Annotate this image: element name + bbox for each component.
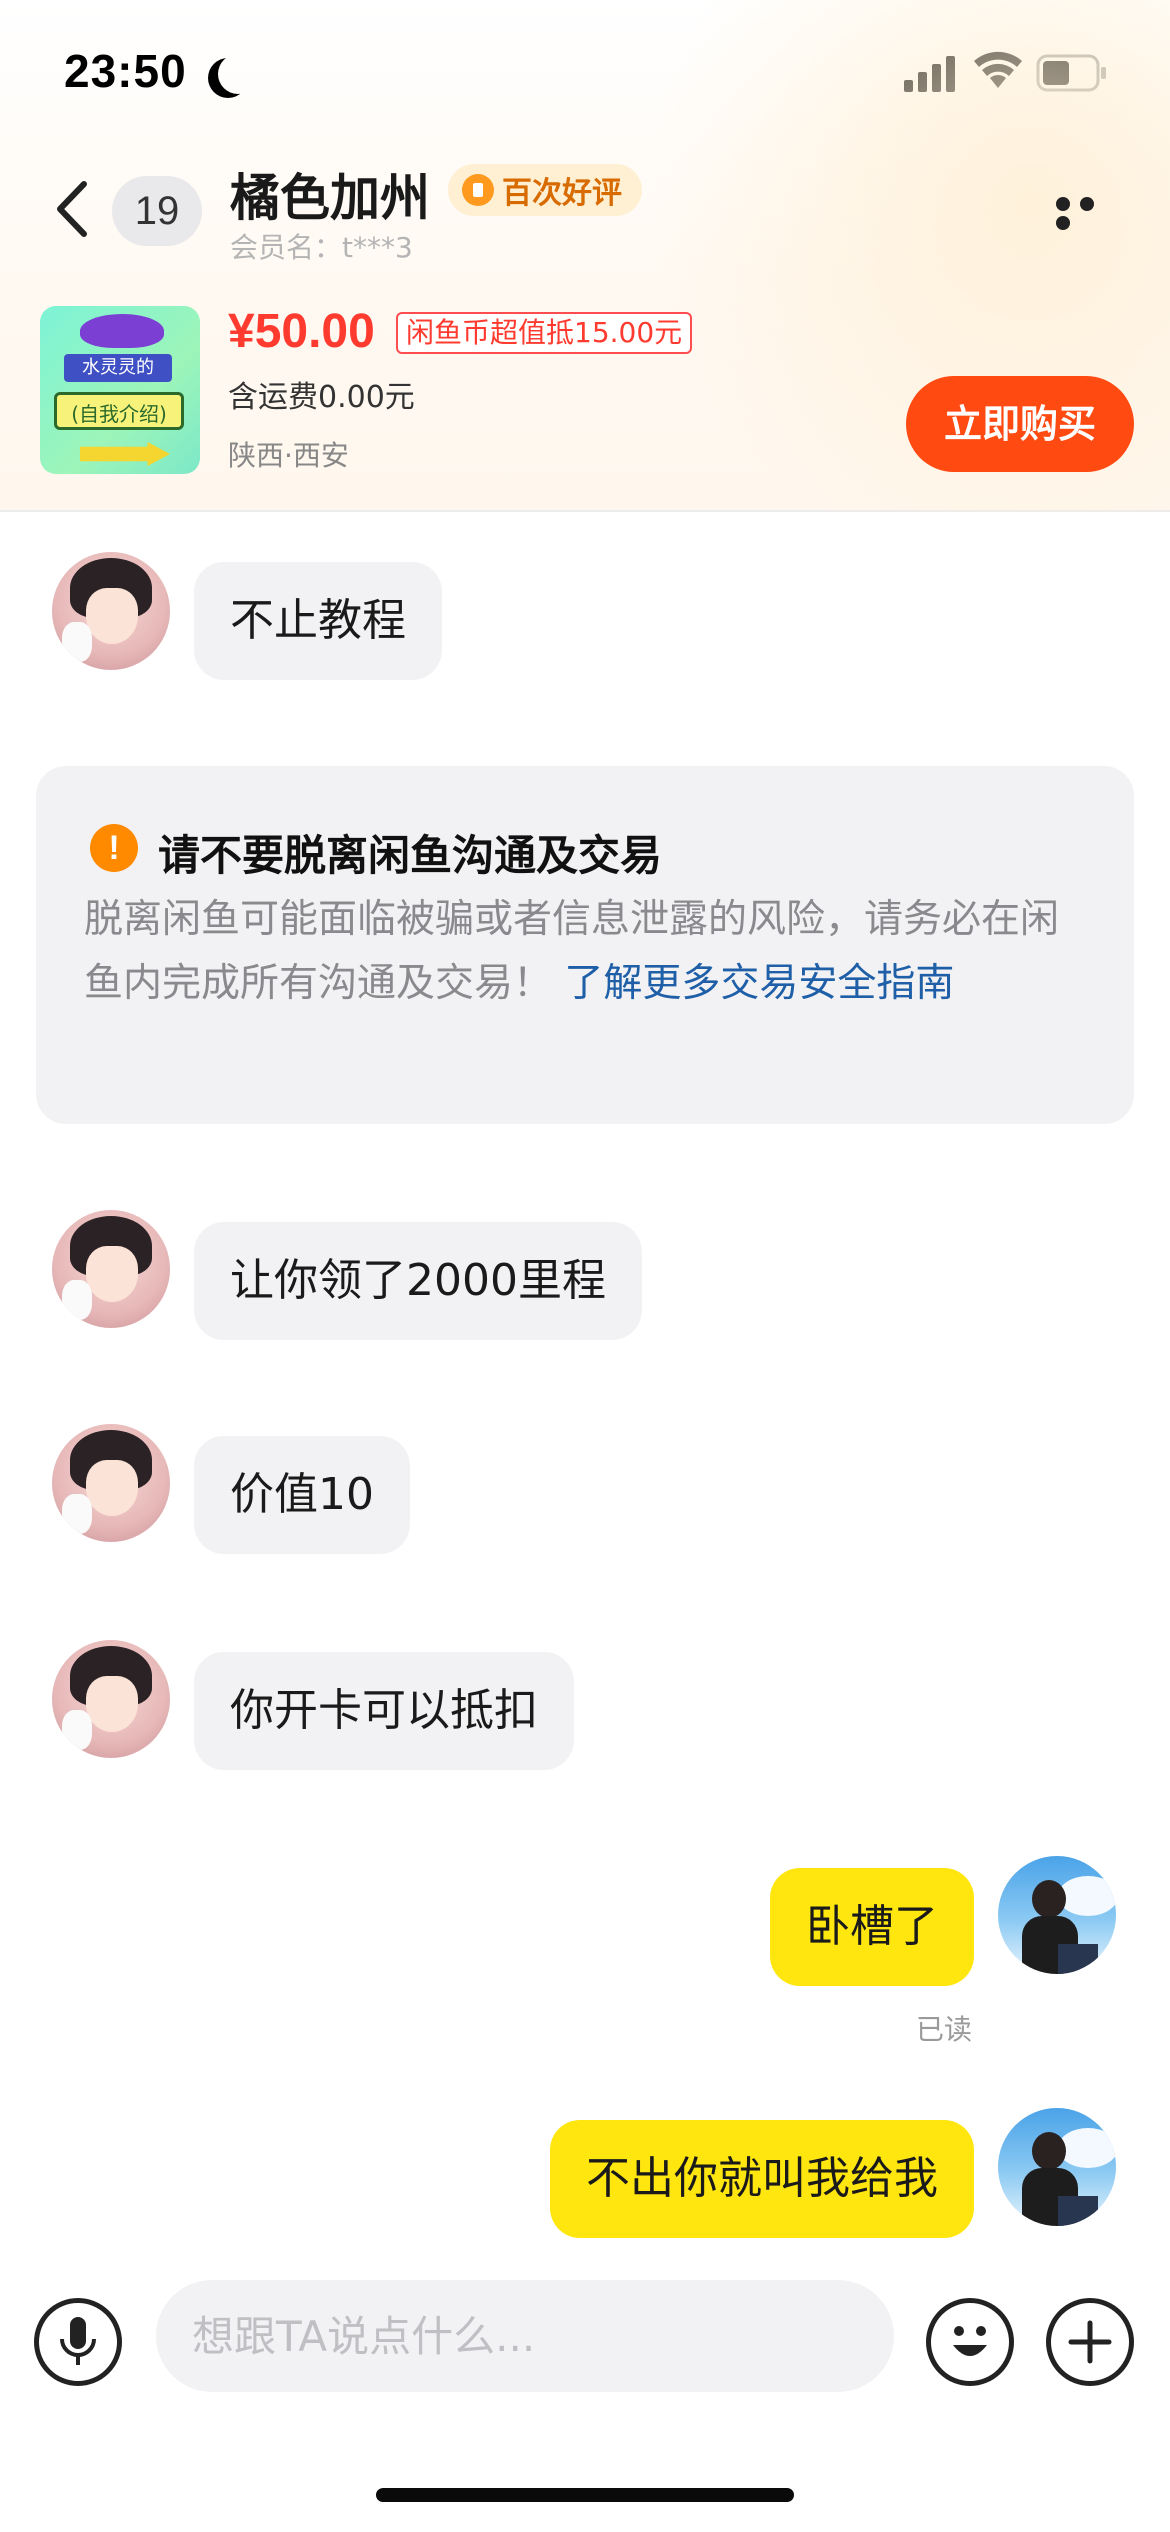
- product-image[interactable]: 水灵灵的 (自我介绍): [40, 306, 200, 474]
- wifi-icon: [974, 51, 1022, 88]
- seller-location: 陕西·西安: [228, 439, 349, 472]
- status-bar: 23:50: [0, 0, 1170, 140]
- microphone-icon: [60, 2317, 96, 2365]
- message-bubble-incoming[interactable]: 让你领了2000里程: [194, 1222, 642, 1340]
- read-status: 已读: [916, 2013, 973, 2046]
- product-price: ¥50.00: [228, 305, 375, 358]
- product-image-text: (自我介绍): [54, 392, 184, 430]
- avatar[interactable]: [52, 1210, 170, 1328]
- message-bubble-incoming[interactable]: 你开卡可以抵扣: [194, 1652, 574, 1770]
- message-bubble-outgoing[interactable]: 不出你就叫我给我: [550, 2120, 974, 2238]
- more-icon[interactable]: [1056, 196, 1126, 230]
- voice-button[interactable]: [34, 2298, 122, 2386]
- message-bubble-incoming[interactable]: 不止教程: [194, 562, 442, 680]
- emoji-button[interactable]: [926, 2298, 1014, 2386]
- praise-badge-label: 百次好评: [502, 176, 622, 211]
- safety-guide-link[interactable]: 了解更多交易安全指南: [564, 961, 954, 1006]
- thumb-up-icon: [462, 174, 494, 206]
- chat-navigation-bar: 19 橘色加州 百次好评 会员名：t***3: [0, 140, 1170, 280]
- member-name: 会员名：t***3: [230, 231, 413, 264]
- avatar[interactable]: [998, 2108, 1116, 2226]
- buy-now-button[interactable]: 立即购买: [906, 376, 1134, 472]
- emoji-icon: [953, 2326, 987, 2356]
- product-card[interactable]: 水灵灵的 (自我介绍) ¥50.00 闲鱼币超值抵15.00元 含运费0.00元…: [0, 300, 1170, 490]
- safety-notice-title: 请不要脱离闲鱼沟通及交易: [158, 831, 663, 880]
- top-header-area: 23:50 19 橘色加州 百次好评 会员名：t***3 水灵灵的 (自我介绍)…: [0, 0, 1170, 512]
- praise-badge: 百次好评: [448, 164, 642, 216]
- message-input[interactable]: [156, 2280, 894, 2392]
- home-indicator[interactable]: [376, 2488, 794, 2502]
- avatar[interactable]: [52, 1424, 170, 1542]
- avatar[interactable]: [52, 552, 170, 670]
- safety-notice-card: ! 请不要脱离闲鱼沟通及交易 脱离闲鱼可能面临被骗或者信息泄露的风险，请务必在闲…: [36, 766, 1134, 1124]
- back-icon[interactable]: [48, 176, 98, 242]
- message-bubble-outgoing[interactable]: 卧槽了: [770, 1868, 974, 1986]
- message-bubble-incoming[interactable]: 价值10: [194, 1436, 410, 1554]
- chat-title[interactable]: 橘色加州: [230, 158, 430, 230]
- avatar[interactable]: [52, 1640, 170, 1758]
- message-input-bar: [0, 2246, 1170, 2436]
- moon-icon: [218, 54, 258, 94]
- coin-deduction-tag: 闲鱼币超值抵15.00元: [396, 312, 693, 354]
- unread-count-badge[interactable]: 19: [112, 176, 202, 246]
- signal-icon: [904, 56, 955, 92]
- plus-button[interactable]: [1046, 2298, 1134, 2386]
- product-image-text: 水灵灵的: [64, 354, 172, 382]
- plus-icon: [1068, 2320, 1112, 2364]
- avatar[interactable]: [998, 1856, 1116, 1974]
- warning-icon: !: [90, 824, 138, 872]
- safety-notice-body: 脱离闲鱼可能面临被骗或者信息泄露的风险，请务必在闲鱼内完成所有沟通及交易！ 了解…: [84, 888, 1094, 1016]
- shipping-fee: 含运费0.00元: [228, 380, 415, 415]
- status-time: 23:50: [64, 45, 187, 97]
- battery-icon: [1036, 54, 1106, 92]
